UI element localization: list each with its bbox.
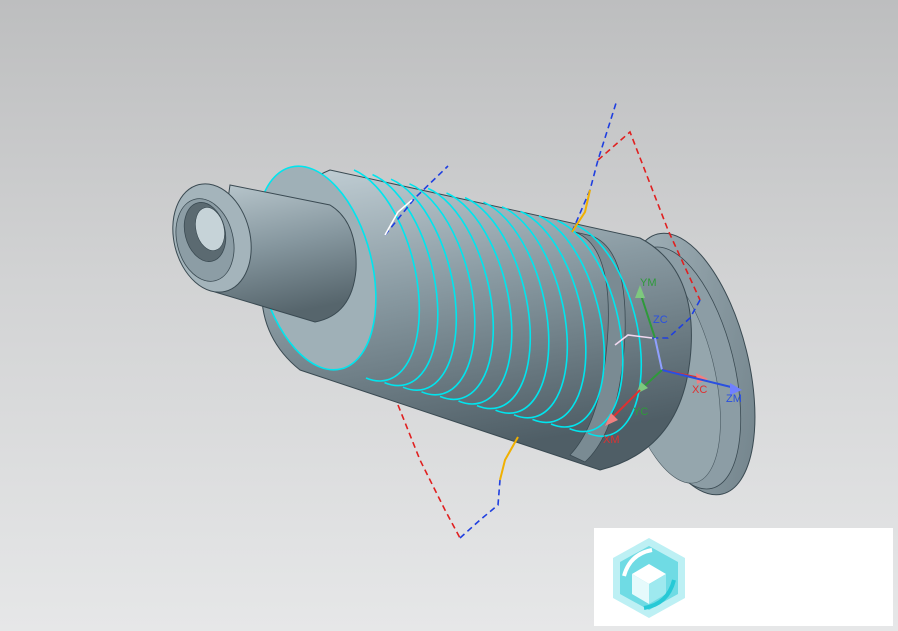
zm-label: ZM [726,393,742,405]
graphics-viewport[interactable]: YM ZC XC YC XM ZM [0,0,898,631]
zc-label: ZC [653,314,668,326]
logo-panel [594,528,893,626]
cube-logo-icon [613,538,685,618]
xc-label: XC [692,384,707,396]
yc-label: YC [633,406,648,418]
xm-label: XM [603,434,620,446]
ym-label: YM [640,277,657,289]
